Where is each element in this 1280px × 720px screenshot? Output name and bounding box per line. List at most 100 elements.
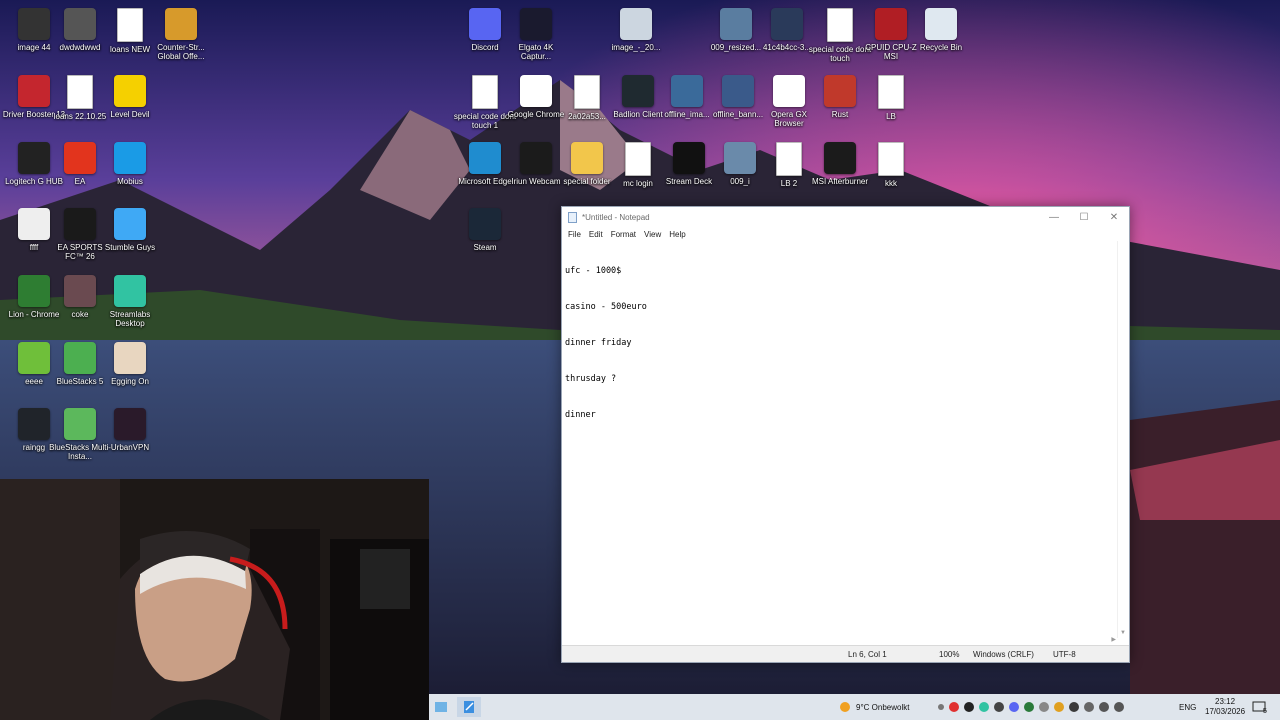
desktop-icon[interactable]: Steam <box>455 204 515 266</box>
desktop-icon[interactable]: image_-_20... <box>606 4 666 66</box>
status-bar: Ln 6, Col 1 100% Windows (CRLF) UTF-8 <box>562 645 1129 662</box>
discord-tray-icon[interactable] <box>1008 702 1019 712</box>
language-indicator[interactable]: ENG <box>1179 694 1196 720</box>
image-icon <box>18 408 50 440</box>
discord-icon <box>469 8 501 40</box>
desktop-icon[interactable]: Mobius <box>100 138 160 200</box>
desktop-icon-label: UrbanVPN <box>110 443 150 452</box>
text-file-icon <box>776 142 802 176</box>
desktop-icon-label: Counter-Str... Global Offe... <box>157 43 205 61</box>
egg-icon <box>114 342 146 374</box>
text-line: ufc - 1000$ <box>565 266 622 276</box>
driver-booster-icon <box>18 75 50 107</box>
text-file-icon <box>878 142 904 176</box>
text-file-icon <box>117 8 143 42</box>
desktop-icon-label: kkk <box>885 179 897 188</box>
cpuz-icon <box>875 8 907 40</box>
streamlabs-icon <box>114 275 146 307</box>
menu-file[interactable]: File <box>564 230 585 239</box>
encoding: UTF-8 <box>1053 650 1076 659</box>
text-editor-area[interactable]: ufc - 1000$ casino - 500euro dinner frid… <box>564 241 1117 644</box>
close-button[interactable]: ✕ <box>1099 207 1129 227</box>
weather-icon <box>839 702 850 712</box>
webcam-overlay <box>0 479 429 720</box>
menu-format[interactable]: Format <box>607 230 640 239</box>
desktop-icon-label: Egging On <box>111 377 149 386</box>
chrome-icon <box>520 75 552 107</box>
image-icon <box>724 142 756 174</box>
image-icon <box>64 275 96 307</box>
text-file-icon <box>625 142 651 176</box>
minimize-button[interactable]: — <box>1039 207 1069 227</box>
desktop-icon-label: Steam <box>473 243 497 252</box>
bluestacks-icon <box>64 342 96 374</box>
text-line: casino - 500euro <box>565 302 647 312</box>
text-line: dinner friday <box>565 338 632 348</box>
steam-tray-icon[interactable] <box>993 702 1004 712</box>
network-icon[interactable] <box>1098 702 1109 712</box>
vertical-scrollbar[interactable]: ▼ <box>1117 241 1129 638</box>
desktop-icon-label: LB <box>886 112 896 121</box>
menu-view[interactable]: View <box>640 230 665 239</box>
level-devil-icon <box>114 75 146 107</box>
notification-center-button[interactable]: 5 <box>1252 694 1267 720</box>
weather-widget[interactable]: 9°C Onbewolkt <box>837 694 909 720</box>
tray-app-icon[interactable] <box>1053 702 1064 712</box>
opera-gx-icon <box>773 75 805 107</box>
tray-app-icon[interactable] <box>1038 702 1049 712</box>
rust-icon <box>824 75 856 107</box>
desktop-icon[interactable]: Level Devil <box>100 71 160 133</box>
desktop-icon-label: Mobius <box>117 177 143 186</box>
desktop-icon-label: Stumble Guys <box>104 243 156 252</box>
desktop-icon[interactable]: Streamlabs Desktop <box>100 271 160 333</box>
image-icon <box>620 8 652 40</box>
desktop-icon-label: Streamlabs Desktop <box>109 310 151 328</box>
desktop-icon[interactable]: UrbanVPN <box>100 404 160 466</box>
tray-app-icon[interactable] <box>1083 702 1094 712</box>
desktop-icon[interactable]: Recycle Bin <box>911 4 971 66</box>
mobius-icon <box>114 142 146 174</box>
desktop-icon[interactable]: Elgato 4K Captur... <box>506 4 566 66</box>
text-file-icon <box>67 75 93 109</box>
image-icon <box>720 8 752 40</box>
desktop-icon[interactable]: Counter-Str... Global Offe... <box>151 4 211 66</box>
desktop-icon-label: Level Devil <box>110 110 150 119</box>
file-icon <box>64 8 96 40</box>
menu-help[interactable]: Help <box>665 230 689 239</box>
chevron-up-icon[interactable] <box>937 704 944 710</box>
cursor-position: Ln 6, Col 1 <box>848 650 887 659</box>
desktop-icon-label: Elgato 4K Captur... <box>518 43 554 61</box>
taskbar-app-icon[interactable] <box>429 697 453 717</box>
chrome-icon <box>18 275 50 307</box>
bluestacks-icon <box>64 408 96 440</box>
window-title: *Untitled - Notepad <box>582 212 650 222</box>
desktop-icon[interactable]: Stumble Guys <box>100 204 160 266</box>
notepad-taskbar-icon[interactable] <box>457 697 481 717</box>
image-icon <box>771 8 803 40</box>
tray-app-icon[interactable] <box>963 702 974 712</box>
text-file-icon <box>574 75 600 109</box>
desktop-icon-label: Recycle Bin <box>919 43 963 52</box>
scroll-down-icon[interactable]: ▼ <box>1120 630 1126 636</box>
maximize-button[interactable]: ☐ <box>1069 207 1099 227</box>
scroll-right-icon[interactable]: ▶ <box>1111 636 1116 643</box>
zoom-level: 100% <box>939 650 960 659</box>
notepad-title-bar[interactable]: *Untitled - Notepad — ☐ ✕ <box>562 207 1129 227</box>
tray-app-icon[interactable] <box>1023 702 1034 712</box>
tray-app-icon[interactable] <box>1068 702 1079 712</box>
tray-app-icon[interactable] <box>948 702 959 712</box>
menu-edit[interactable]: Edit <box>585 230 607 239</box>
notepad-window[interactable]: *Untitled - Notepad — ☐ ✕ File Edit Form… <box>561 206 1130 663</box>
desktop-icon[interactable]: kkk <box>861 138 921 200</box>
desktop-icon[interactable]: Egging On <box>100 338 160 400</box>
volume-icon[interactable] <box>1113 702 1124 712</box>
badlion-icon <box>622 75 654 107</box>
elgato-icon <box>520 8 552 40</box>
tray-app-icon[interactable] <box>978 702 989 712</box>
msi-afterburner-icon <box>824 142 856 174</box>
clock[interactable]: 23:12 17/03/2026 <box>1205 694 1245 720</box>
image-icon <box>18 342 50 374</box>
text-line: dinner <box>565 410 596 420</box>
menu-bar: File Edit Format View Help <box>562 227 1129 241</box>
desktop-icon[interactable]: LB <box>861 71 921 133</box>
